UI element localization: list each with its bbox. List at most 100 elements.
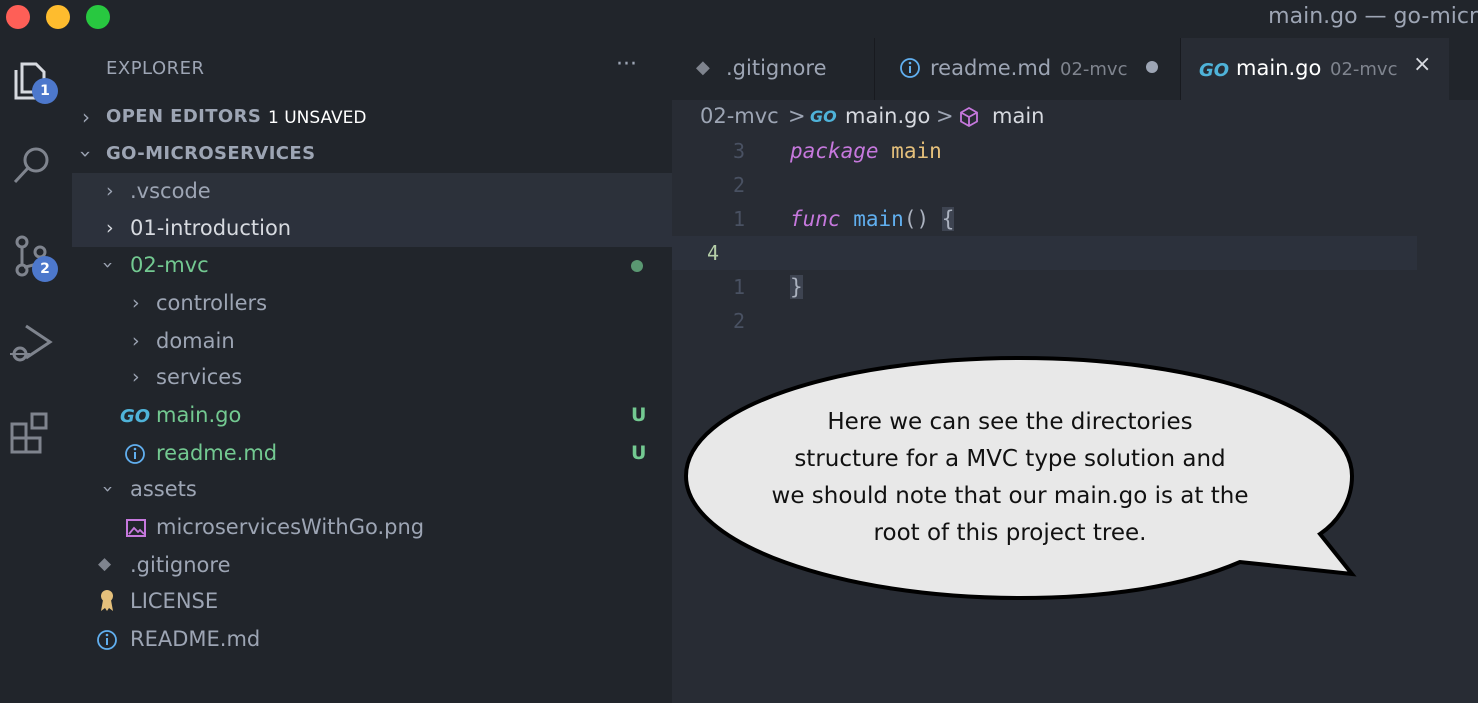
license-icon <box>101 590 113 611</box>
tree-item-services[interactable]: › services <box>72 359 672 396</box>
tab-label: .gitignore <box>726 56 827 80</box>
unsaved-count: 1 UNSAVED <box>268 108 367 128</box>
image-file-icon <box>126 519 146 537</box>
package-name: main <box>891 139 942 163</box>
keyword: func <box>790 207 841 231</box>
line-number: 4 <box>706 241 719 265</box>
search-icon <box>13 147 49 184</box>
project-section[interactable]: › GO-MICROSERVICES <box>72 136 672 172</box>
explorer-activity[interactable]: 1 <box>8 56 58 104</box>
current-line: 4 <box>672 236 1417 270</box>
go-file-icon: GO <box>1199 60 1230 81</box>
tree-item-label: microservicesWithGo.png <box>156 515 425 539</box>
tree-item-license[interactable]: LICENSE <box>72 583 672 620</box>
tree-item-label: .vscode <box>130 179 211 203</box>
callout-line: structure for a MVC type solution and <box>794 446 1226 472</box>
open-editors-section[interactable]: › OPEN EDITORS 1 UNSAVED <box>72 99 672 135</box>
line-content: package main <box>790 139 942 163</box>
chevron-down-icon: › <box>96 485 119 493</box>
tree-item-vscode[interactable]: › .vscode <box>72 173 672 210</box>
tree-item-label: LICENSE <box>130 589 219 613</box>
open-editors-label: OPEN EDITORS <box>106 106 262 127</box>
chevron-right-icon: › <box>82 105 90 129</box>
more-actions-icon[interactable]: ··· <box>616 52 637 77</box>
tree-item-label: domain <box>156 329 235 353</box>
chevron-right-icon: > <box>788 104 806 128</box>
parens: () <box>903 207 942 231</box>
maximize-window-button[interactable] <box>86 5 110 29</box>
tree-item-label: main.go <box>156 403 242 427</box>
chevron-right-icon: › <box>132 292 140 314</box>
info-icon <box>97 630 117 650</box>
tree-item-readme-md[interactable]: readme.md U <box>72 435 672 472</box>
tree-item-assets[interactable]: › assets <box>72 471 672 508</box>
code-line: 1 } <box>672 270 1417 304</box>
unsaved-dot[interactable] <box>1146 61 1158 73</box>
breadcrumb-symbol[interactable]: main <box>992 104 1044 128</box>
code-line: 2 <box>672 168 1417 202</box>
untracked-status: U <box>631 404 647 426</box>
tree-item-microservices-png[interactable]: microservicesWithGo.png <box>72 509 672 546</box>
tree-item-readme-root[interactable]: README.md <box>72 621 672 658</box>
line-number: 2 <box>732 173 745 197</box>
tree-item-label: 02-mvc <box>130 253 209 277</box>
tree-item-label: controllers <box>156 291 268 315</box>
tree-item-label: services <box>156 365 243 389</box>
breadcrumb-file[interactable]: main.go <box>845 104 930 128</box>
source-control-activity[interactable]: 2 <box>8 232 58 282</box>
function-name: main <box>853 207 904 231</box>
tree-item-controllers[interactable]: › controllers <box>72 285 672 322</box>
scm-badge: 2 <box>32 256 58 282</box>
tree-item-label: .gitignore <box>130 553 231 577</box>
callout-line: we should note that our main.go is at th… <box>771 483 1249 509</box>
callout-text: Here we can see the directories structur… <box>740 404 1280 552</box>
chevron-down-icon: › <box>74 150 98 158</box>
minimize-window-button[interactable] <box>46 5 70 29</box>
tree-item-01-introduction[interactable]: › 01-introduction <box>72 210 672 247</box>
tab-readme-md[interactable]: readme.md 02-mvc <box>875 38 1181 100</box>
git-icon: ◆ <box>98 554 112 574</box>
chevron-right-icon: › <box>132 366 140 388</box>
run-debug-activity[interactable] <box>8 320 56 368</box>
tab-description: 02-mvc <box>1060 59 1128 80</box>
explorer-title: EXPLORER <box>106 58 205 79</box>
callout-line: root of this project tree. <box>873 520 1147 546</box>
line-number: 1 <box>732 207 745 231</box>
close-window-button[interactable] <box>6 5 30 29</box>
close-brace: } <box>790 275 803 299</box>
tree-item-domain[interactable]: › domain <box>72 323 672 360</box>
code-line: 1 func main() { <box>672 202 1417 236</box>
info-icon <box>125 444 145 464</box>
go-file-icon: GO <box>120 406 151 427</box>
close-tab-icon[interactable]: × <box>1413 52 1431 77</box>
go-file-icon: GO <box>810 107 837 126</box>
breadcrumb-folder[interactable]: 02-mvc <box>700 104 779 128</box>
chevron-right-icon: > <box>936 104 954 128</box>
tree-item-main-go[interactable]: GO main.go U <box>72 397 672 434</box>
tree-item-label: readme.md <box>156 441 278 465</box>
run-debug-icon <box>10 324 53 362</box>
tree-item-label: 01-introduction <box>130 216 292 240</box>
line-number: 2 <box>732 309 745 333</box>
tree-item-label: assets <box>130 477 197 501</box>
tab-gitignore[interactable]: ◆ .gitignore <box>672 38 875 100</box>
activity-bar: 1 2 <box>0 38 72 703</box>
tab-label: main.go <box>1236 56 1322 80</box>
tree-item-gitignore[interactable]: ◆ .gitignore <box>72 547 672 584</box>
search-activity[interactable] <box>8 142 56 190</box>
project-label: GO-MICROSERVICES <box>106 143 316 164</box>
git-icon: ◆ <box>696 57 710 78</box>
tab-description: 02-mvc <box>1330 59 1398 80</box>
tab-label: readme.md <box>930 56 1052 80</box>
symbol-method-icon <box>960 106 978 128</box>
line-number: 3 <box>732 139 745 163</box>
title-bar: main.go — go-micr <box>0 0 1478 38</box>
extensions-icon <box>10 412 48 454</box>
chevron-down-icon: › <box>96 261 119 269</box>
extensions-activity[interactable] <box>8 408 56 456</box>
chevron-right-icon: › <box>132 330 140 352</box>
tab-main-go[interactable]: GO main.go 02-mvc × <box>1181 38 1449 100</box>
tree-item-02-mvc[interactable]: › 02-mvc <box>72 247 672 284</box>
explorer-badge: 1 <box>32 78 58 104</box>
explorer-sidebar: EXPLORER ··· › OPEN EDITORS 1 UNSAVED › … <box>72 38 672 703</box>
